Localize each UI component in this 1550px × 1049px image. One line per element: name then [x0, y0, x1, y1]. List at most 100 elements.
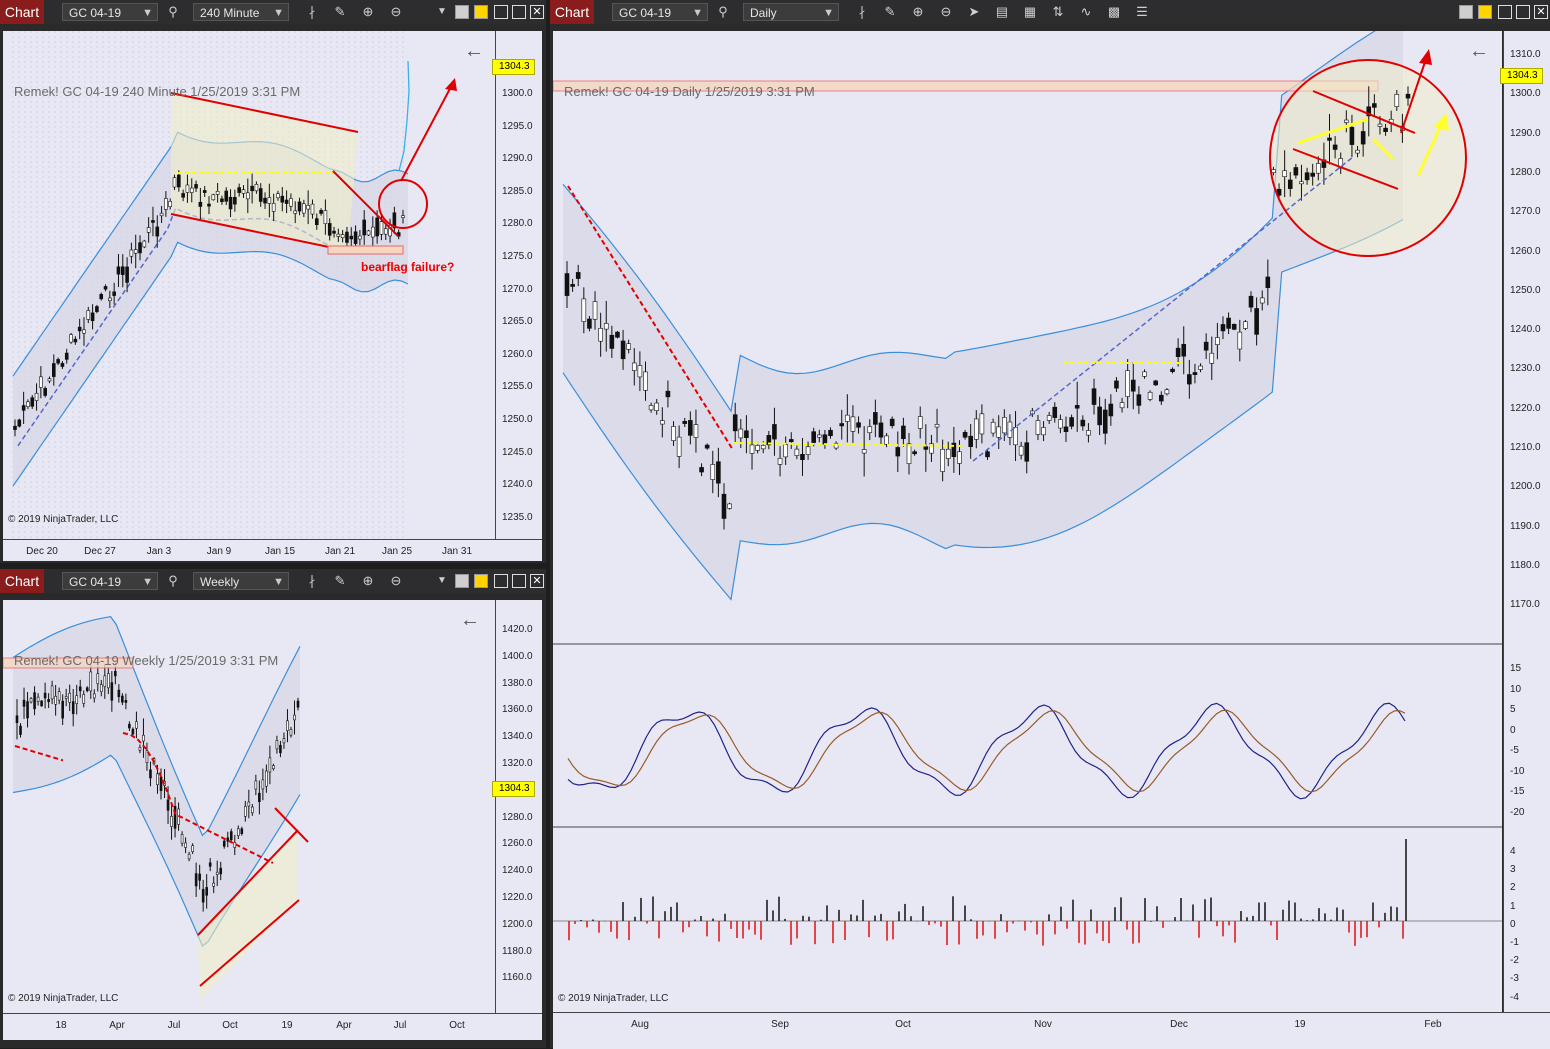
candle-body [1203, 341, 1209, 351]
price-plot-daily[interactable]: Remek! GC 04-19 Daily 1/25/2019 3:31 PM … [553, 31, 1502, 1012]
bars-icon[interactable]: ∤ [853, 3, 871, 21]
candle-body [82, 694, 86, 704]
oscillator-slow-line [567, 709, 1406, 793]
zoom-in-icon[interactable]: ⊕ [359, 3, 377, 21]
price-axis-daily[interactable]: 1310.0 1300.0 1290.0 1280.0 1270.0 1260.0 1250… [1500, 31, 1550, 1012]
maximize-icon[interactable] [512, 5, 526, 19]
candle-body [581, 298, 587, 322]
color-button-yellow[interactable] [474, 574, 488, 588]
candle-body [247, 801, 251, 807]
bars-icon[interactable]: ∤ [303, 572, 321, 590]
price-plot-240min[interactable]: Remek! GC 04-19 240 Minute 1/25/2019 3:3… [3, 31, 496, 539]
y-tick-label: 1420.0 [502, 624, 533, 635]
list-icon[interactable]: ☰ [1133, 3, 1151, 21]
properties-icon[interactable]: ⇅ [1049, 3, 1067, 21]
x-tick-label: Nov [1034, 1019, 1052, 1030]
zoom-out-icon[interactable]: ⊖ [937, 3, 955, 21]
candle-body [665, 390, 671, 398]
chart-header-label: Remek! GC 04-19 Weekly 1/25/2019 3:31 PM [14, 653, 279, 668]
chart-tab[interactable]: Chart [550, 0, 594, 24]
chart-header-label: Remek! GC 04-19 240 Minute 1/25/2019 3:3… [14, 84, 301, 99]
candle-body [185, 184, 190, 193]
dropdown-icon[interactable]: ▼ [433, 572, 451, 590]
bars-icon[interactable]: ∤ [303, 3, 321, 21]
time-axis-weekly[interactable]: 18 Apr Jul Oct 19 Apr Jul Oct [3, 1013, 542, 1040]
x-tick-label: Dec 20 [26, 546, 58, 557]
back-arrow-icon[interactable]: ← [464, 40, 484, 63]
close-icon[interactable]: ✕ [530, 5, 544, 19]
instrument-selector[interactable]: GC 04-19 ▼ [62, 572, 158, 590]
chart-tab[interactable]: Chart [0, 569, 44, 593]
time-axis-240min[interactable]: Dec 20 Dec 27 Jan 3 Jan 9 Jan 15 Jan 21 Jan 25… [3, 539, 542, 561]
color-button-yellow[interactable] [1478, 5, 1492, 19]
candle-body [1024, 442, 1030, 462]
color-button-gray[interactable] [455, 5, 469, 19]
candle-body [1091, 388, 1097, 405]
candle-body [1035, 420, 1041, 435]
data-box-icon[interactable]: ▤ [993, 3, 1011, 21]
y-tick-label: 1270.0 [502, 283, 533, 295]
pencil-icon[interactable]: ✎ [331, 3, 349, 21]
zoom-out-icon[interactable]: ⊖ [387, 572, 405, 590]
candle-body [1254, 308, 1259, 335]
price-axis-weekly[interactable]: 1420.01400.01380.01360.01340.01320.01300… [492, 600, 542, 1013]
candle-body [302, 203, 306, 214]
instrument-selector[interactable]: GC 04-19 ▼ [62, 3, 158, 21]
strategy-icon[interactable]: ▦ [1021, 3, 1039, 21]
price-axis-240min[interactable]: 1300.0 1295.0 1290.0 1285.0 1280.0 1275.0 1270… [492, 31, 542, 539]
instrument-label: GC 04-19 [69, 575, 122, 589]
interval-selector[interactable]: 240 Minute ▼ [193, 3, 289, 21]
price-plot-weekly[interactable]: Remek! GC 04-19 Weekly 1/25/2019 3:31 PM… [3, 600, 496, 1013]
templates-icon[interactable]: ▩ [1105, 3, 1123, 21]
candle-body [800, 454, 805, 460]
close-icon[interactable]: ✕ [530, 574, 544, 588]
pointer-icon[interactable]: ➤ [965, 3, 983, 21]
color-button-gray[interactable] [455, 574, 469, 588]
candle-body [1372, 103, 1377, 108]
back-arrow-icon[interactable]: ← [1469, 40, 1489, 63]
candle-body [138, 242, 142, 254]
candle-body [816, 434, 822, 438]
candle-body [108, 297, 112, 302]
candle-body [1383, 127, 1388, 132]
y-tick-label: 1285.0 [502, 185, 533, 197]
x-tick-label: Jul [393, 1020, 407, 1031]
zoom-in-icon[interactable]: ⊕ [359, 572, 377, 590]
candle-body [861, 449, 867, 454]
color-button-yellow[interactable] [474, 5, 488, 19]
minimize-icon[interactable] [494, 5, 508, 19]
candle-body [211, 194, 216, 201]
color-button-gray[interactable] [1459, 5, 1473, 19]
volume-tick-label: 0 [1510, 918, 1516, 930]
pencil-icon[interactable]: ✎ [881, 3, 899, 21]
zoom-out-icon[interactable]: ⊖ [387, 3, 405, 21]
search-icon[interactable]: ⚲ [164, 3, 182, 21]
interval-selector[interactable]: Weekly ▼ [193, 572, 289, 590]
candle-body [749, 444, 755, 454]
back-arrow-icon[interactable]: ← [460, 609, 480, 632]
oscillator-tick-label: 5 [1510, 704, 1516, 715]
zoom-in-icon[interactable]: ⊕ [909, 3, 927, 21]
pencil-icon[interactable]: ✎ [331, 572, 349, 590]
oscillator-fast-line [567, 702, 1406, 800]
chart-tab[interactable]: Chart [0, 0, 44, 24]
instrument-selector[interactable]: GC 04-19 ▼ [612, 3, 708, 21]
candle-body [643, 371, 648, 391]
candle-body [783, 444, 788, 458]
maximize-icon[interactable] [1516, 5, 1530, 19]
minimize-icon[interactable] [1498, 5, 1512, 19]
dropdown-icon[interactable]: ▼ [433, 3, 451, 21]
x-tick-label: Sep [771, 1019, 789, 1030]
candle-body [131, 728, 135, 735]
candle-body [1215, 337, 1220, 345]
close-icon[interactable]: ✕ [1534, 5, 1548, 19]
breakout-line [398, 60, 410, 172]
maximize-icon[interactable] [512, 574, 526, 588]
candle-body [149, 769, 152, 779]
interval-selector[interactable]: Daily ▼ [743, 3, 839, 21]
minimize-icon[interactable] [494, 574, 508, 588]
indicators-icon[interactable]: ∿ [1077, 3, 1095, 21]
search-icon[interactable]: ⚲ [164, 572, 182, 590]
time-axis-daily[interactable]: Aug Sep Oct Nov Dec 19 Feb [553, 1012, 1550, 1049]
search-icon[interactable]: ⚲ [714, 3, 732, 21]
